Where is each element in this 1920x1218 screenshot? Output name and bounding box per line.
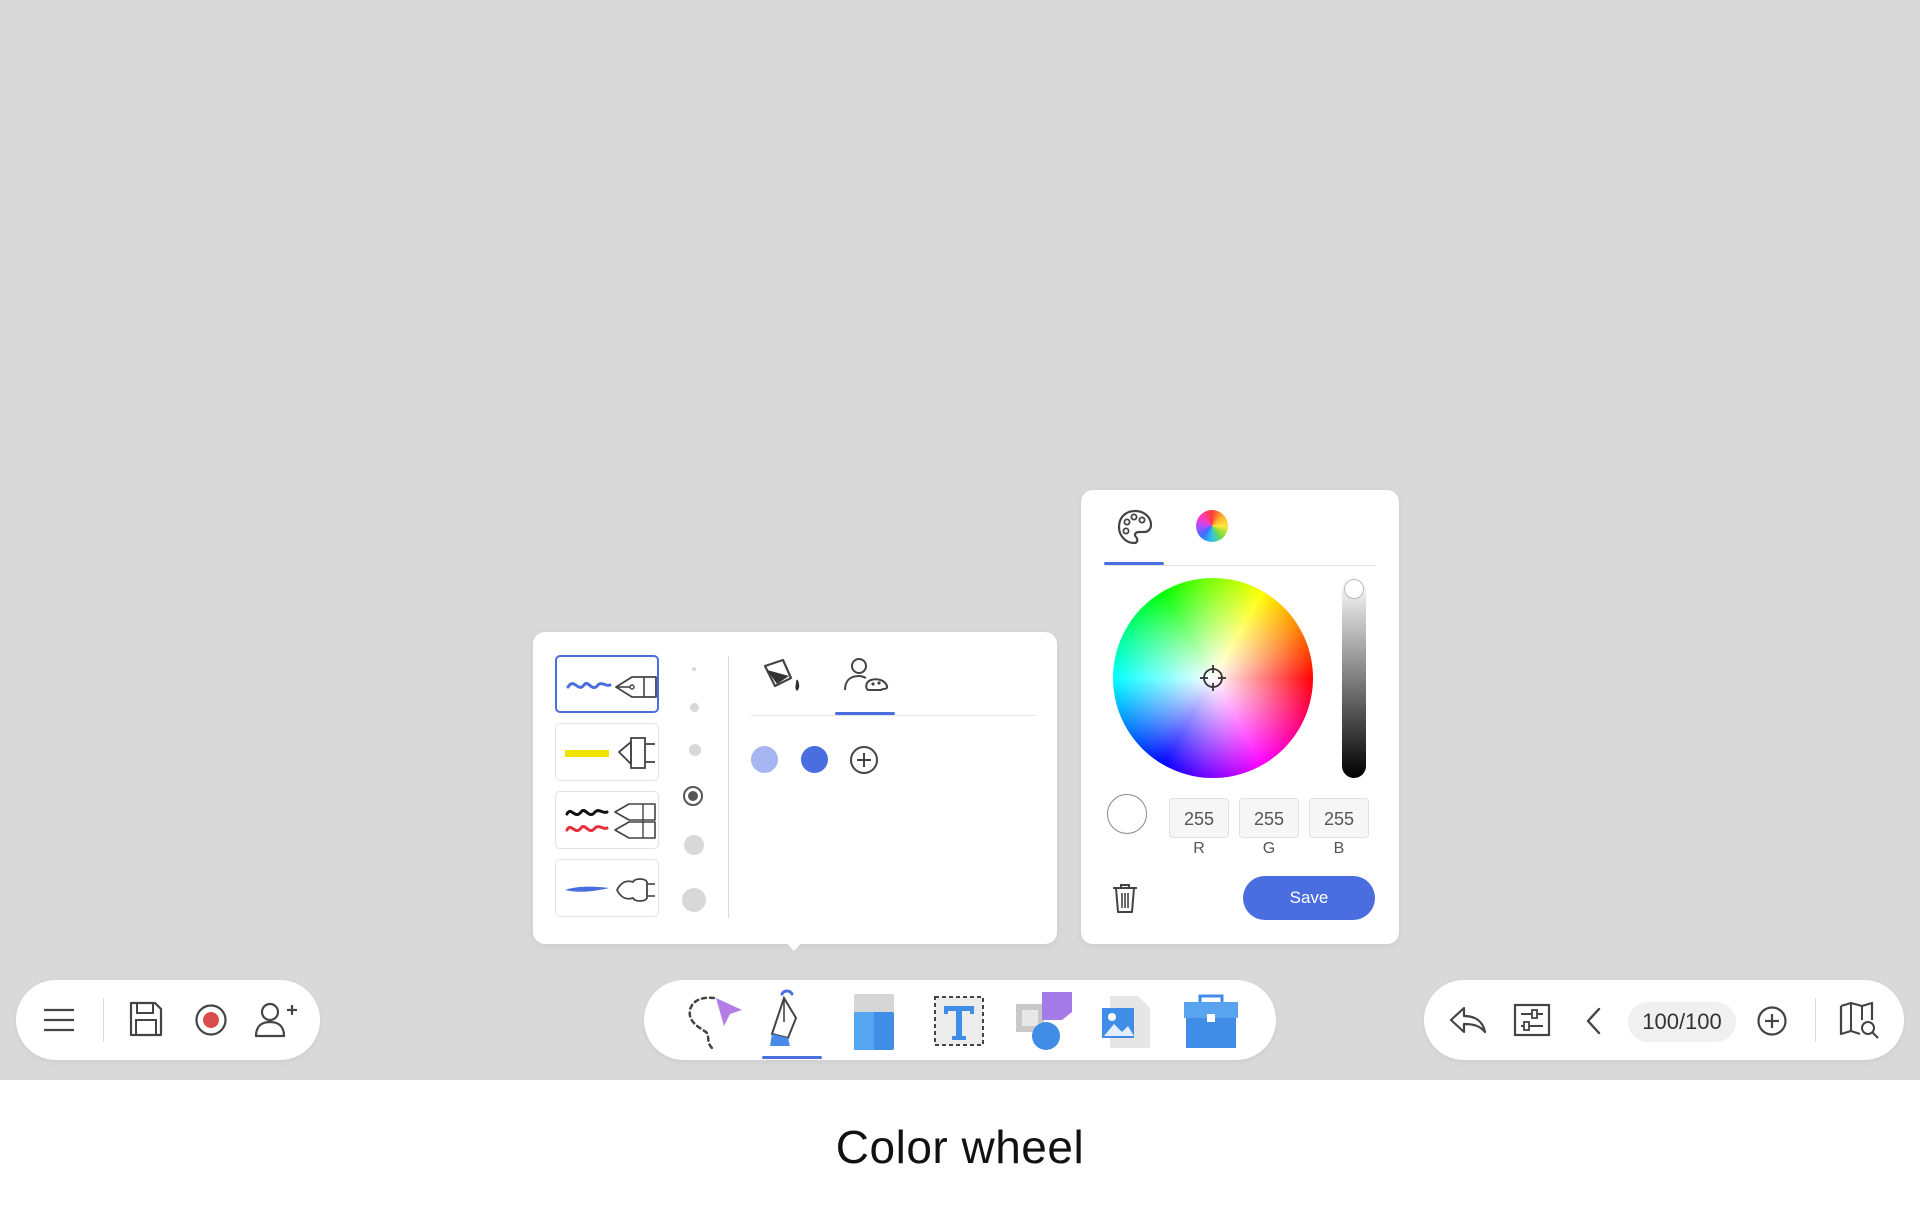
trash-icon[interactable]	[1111, 882, 1139, 914]
palette-icon[interactable]	[1116, 508, 1154, 546]
add-user-icon[interactable]	[254, 1000, 298, 1040]
pen-size-s[interactable]	[690, 703, 699, 712]
pen-type-ballpoint[interactable]	[555, 655, 659, 713]
map-zoom-icon[interactable]	[1838, 1000, 1880, 1040]
color-crosshair-icon[interactable]	[1199, 664, 1227, 692]
dual-pen-icon	[565, 803, 656, 839]
pen-settings-panel	[533, 632, 1057, 951]
shapes-icon[interactable]	[1014, 990, 1074, 1052]
add-page-icon[interactable]	[1756, 1005, 1788, 1037]
pen-type-brush[interactable]	[555, 859, 659, 917]
floppy-disk-icon[interactable]	[128, 1000, 164, 1038]
record-icon[interactable]	[194, 1003, 228, 1037]
pen-size-xl[interactable]	[684, 835, 704, 855]
tab-divider	[1104, 565, 1376, 566]
paint-bucket-icon[interactable]	[761, 656, 803, 694]
pen-icon[interactable]	[762, 988, 812, 1050]
panel-pointer	[782, 938, 806, 951]
user-palette-icon[interactable]	[843, 656, 889, 694]
whiteboard-canvas[interactable]: 100/100 255 255 255 R G B Save	[0, 0, 1920, 1080]
active-tool-indicator	[762, 1056, 822, 1059]
page-counter[interactable]: 100/100	[1628, 1002, 1736, 1042]
toolbar-divider	[103, 998, 104, 1042]
pen-type-highlighter[interactable]	[555, 723, 659, 781]
pen-size-l[interactable]	[683, 786, 703, 806]
green-value-field[interactable]: 255	[1239, 798, 1299, 838]
right-toolbar: 100/100	[1424, 980, 1904, 1060]
text-icon[interactable]	[932, 994, 986, 1048]
brush-pen-icon	[565, 878, 655, 902]
lasso-select-icon[interactable]	[684, 990, 746, 1052]
pen-size-xs[interactable]	[692, 667, 696, 671]
toolbox-icon[interactable]	[1182, 992, 1240, 1050]
color-wheel-icon[interactable]	[1196, 510, 1228, 542]
add-swatch-icon[interactable]	[849, 745, 879, 775]
pen-size-xxl[interactable]	[682, 888, 706, 912]
brightness-slider-handle[interactable]	[1344, 579, 1364, 599]
blue-label: B	[1333, 840, 1345, 857]
color-preview	[1107, 794, 1147, 834]
ballpoint-pen-icon	[566, 676, 657, 698]
toolbar-divider	[1815, 998, 1816, 1042]
highlighter-icon	[565, 737, 655, 769]
pen-size-m[interactable]	[689, 744, 701, 756]
hamburger-menu-icon[interactable]	[42, 1004, 76, 1036]
sliders-icon[interactable]	[1512, 1002, 1552, 1038]
color-swatch-light-blue[interactable]	[751, 746, 778, 773]
red-label: R	[1193, 840, 1205, 857]
blue-value-field[interactable]: 255	[1309, 798, 1369, 838]
tab-divider	[751, 715, 1035, 716]
pen-type-dual-color[interactable]	[555, 791, 659, 849]
chevron-left-icon[interactable]	[1584, 1006, 1604, 1036]
left-toolbar	[16, 980, 320, 1060]
image-icon[interactable]	[1100, 994, 1152, 1050]
green-label: G	[1262, 840, 1276, 857]
eraser-icon[interactable]	[852, 992, 896, 1052]
red-value-field[interactable]: 255	[1169, 798, 1229, 838]
color-picker-panel: 255 255 255 R G B Save	[1081, 490, 1399, 944]
brightness-slider[interactable]	[1342, 578, 1366, 778]
color-swatch-blue[interactable]	[801, 746, 828, 773]
undo-arrow-icon[interactable]	[1448, 1004, 1488, 1036]
panel-divider	[728, 656, 729, 918]
main-toolbar	[644, 980, 1276, 1060]
caption: Color wheel	[835, 1121, 1085, 1173]
save-button[interactable]: Save	[1243, 876, 1375, 920]
